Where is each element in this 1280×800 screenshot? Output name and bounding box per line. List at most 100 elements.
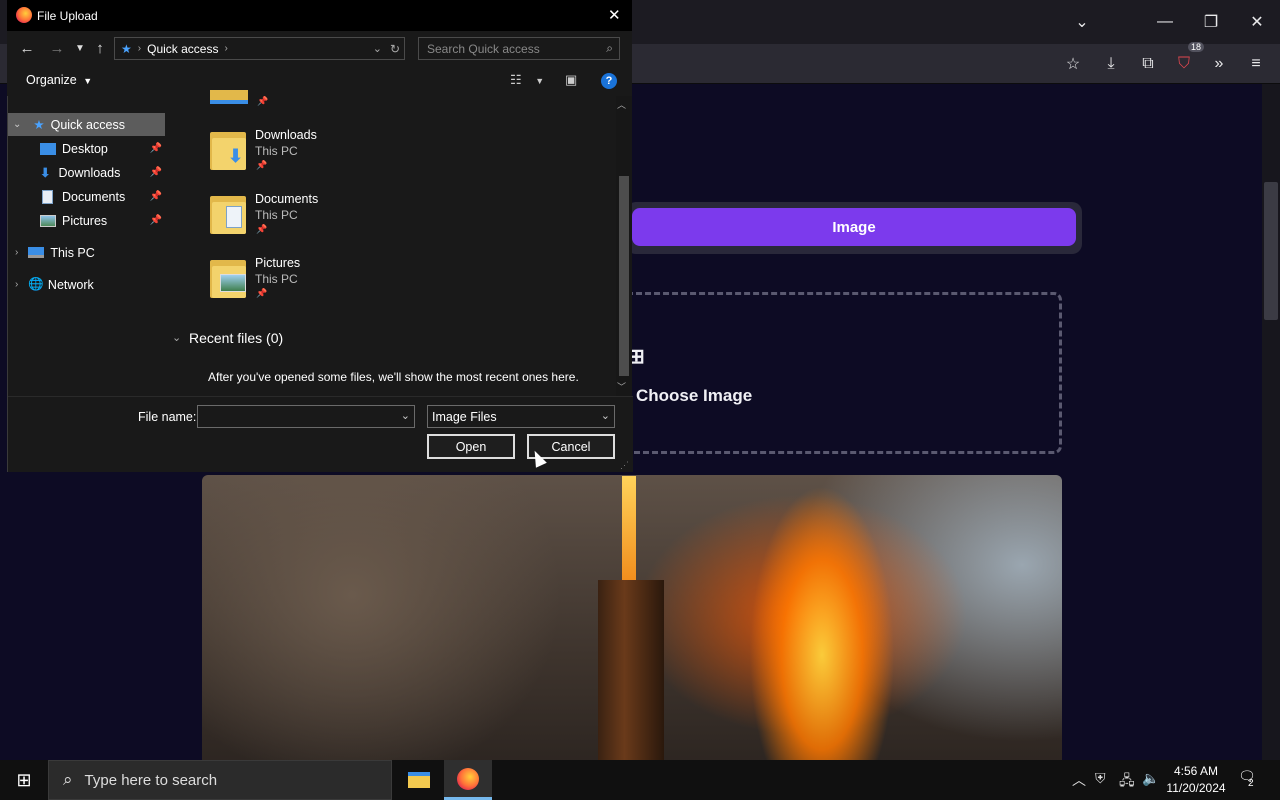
pin-icon: 📌 (149, 143, 162, 154)
nav-item-downloads[interactable]: ⬇ Downloads 📌 (8, 161, 166, 184)
file-name-label: File name: (138, 410, 197, 424)
double-chevron-icon: » (1214, 55, 1224, 72)
network-status-icon[interactable]: 🖧 (1119, 770, 1135, 794)
chevron-down-icon: ⌄ (1075, 14, 1089, 31)
volume-icon[interactable]: 🔈 (1142, 770, 1159, 787)
desktop-folder-partial-icon (210, 90, 248, 104)
arrow-up-icon: ↑ (96, 39, 104, 57)
minimize-button[interactable]: — (1149, 6, 1181, 38)
nav-this-pc[interactable]: › This PC (8, 241, 166, 264)
quick-access-star-icon: ★ (121, 41, 132, 56)
hamburger-icon: ≡ (1251, 55, 1261, 72)
image-tab[interactable]: Image (632, 208, 1076, 246)
extensions-button[interactable]: ⧉ (1132, 48, 1164, 80)
recent-files-header[interactable]: Recent files (0) (189, 330, 283, 346)
up-button[interactable]: ↑ (90, 38, 110, 58)
choose-image-label[interactable]: Choose Image (636, 386, 752, 406)
navigation-pane: ⌄ ★ Quick access Desktop 📌 ⬇ Downloads 📌… (8, 96, 166, 396)
nav-item-label: Documents (62, 189, 126, 204)
file-explorer-icon (408, 772, 430, 788)
documents-icon (42, 189, 53, 204)
refresh-icon[interactable]: ↻ (390, 42, 400, 56)
breadcrumb-separator-icon: › (224, 43, 228, 54)
ublock-extension-button[interactable]: ⛉ 18 (1168, 42, 1204, 80)
nav-item-pictures[interactable]: Pictures 📌 (8, 209, 166, 232)
restore-button[interactable]: ❐ (1195, 6, 1227, 38)
image-tower-shape (598, 580, 664, 770)
resize-grip-icon[interactable]: ⋰ (620, 460, 629, 471)
clock-time: 4:56 AM (1173, 764, 1219, 778)
nav-item-documents[interactable]: Documents 📌 (8, 185, 166, 208)
file-list-scroll-thumb[interactable] (619, 176, 629, 376)
start-button[interactable]: ⊞ (0, 760, 48, 800)
folder-location: This PC (255, 272, 298, 286)
minimize-icon: — (1157, 13, 1173, 30)
downloads-button[interactable]: ⤓ (1095, 48, 1127, 80)
firefox-logo-icon (16, 7, 32, 23)
taskbar-file-explorer[interactable] (395, 760, 443, 800)
address-bar[interactable]: ★ › Quick access › ⌄ ↻ (114, 37, 405, 60)
taskbar-clock[interactable]: 4:56 AM 11/20/2024 (1160, 763, 1232, 797)
dialog-title: File Upload (37, 9, 98, 23)
show-hidden-icons-icon[interactable]: ︿ (1072, 770, 1086, 790)
image-dropzone[interactable] (610, 292, 1062, 454)
list-all-tabs-button[interactable]: ⌄ (1066, 6, 1098, 38)
file-name-input[interactable]: ⌄ (197, 405, 415, 428)
folder-item-pictures[interactable]: Pictures This PC 📌 (200, 254, 400, 304)
chevron-down-icon: ⌄ (600, 410, 610, 422)
documents-folder-icon (210, 194, 246, 234)
pin-icon: 📌 (256, 160, 268, 170)
bookmark-star-button[interactable]: ☆ (1057, 48, 1089, 80)
open-button[interactable]: Open (427, 434, 515, 459)
pin-icon: 📌 (256, 288, 268, 298)
recent-locations-button[interactable]: ▼ (72, 38, 88, 58)
taskbar-search-box[interactable]: ⌕ Type here to search (48, 760, 392, 800)
nav-item-desktop[interactable]: Desktop 📌 (8, 137, 166, 160)
taskbar-search-input[interactable]: Type here to search (85, 772, 218, 789)
change-view-button[interactable]: ☷ ▼ (510, 72, 544, 88)
nav-item-label: Desktop (62, 141, 108, 156)
image-spire-shape (622, 476, 636, 586)
star-icon: ★ (33, 118, 45, 132)
downloads-folder-icon: ⬇ (210, 130, 246, 170)
chevron-down-icon: ▼ (535, 76, 545, 86)
extension-badge: 18 (1187, 42, 1204, 52)
dialog-close-button[interactable]: ✕ (608, 6, 621, 24)
shield-icon: ⛉ (1177, 55, 1190, 72)
scroll-down-icon[interactable]: ﹀ (617, 380, 626, 393)
file-type-select[interactable]: Image Files ⌄ (427, 405, 615, 428)
search-input[interactable]: Search Quick access (427, 42, 540, 56)
folder-location: This PC (255, 208, 298, 222)
search-box[interactable]: Search Quick access ⌕ (418, 37, 620, 60)
nav-this-pc-label: This PC (50, 245, 95, 260)
breadcrumb-quick-access[interactable]: Quick access (147, 42, 218, 56)
menu-button[interactable]: ≡ (1240, 48, 1272, 80)
preview-pane-button[interactable]: ▣ (565, 72, 577, 88)
page-scroll-thumb[interactable] (1264, 182, 1278, 320)
folder-item-downloads[interactable]: ⬇ Downloads This PC 📌 (200, 126, 400, 176)
security-icon[interactable]: ⛨ (1095, 770, 1106, 787)
chevron-down-icon: ⌄ (13, 119, 22, 130)
preview-pane-icon: ▣ (565, 72, 578, 87)
scroll-up-icon[interactable]: ︿ (617, 98, 626, 111)
pin-icon: 📌 (149, 167, 162, 178)
nav-network[interactable]: › 🌐 Network (8, 273, 166, 296)
collapse-group-icon[interactable]: ⌄ (172, 331, 181, 344)
back-button[interactable]: ← (16, 38, 38, 58)
help-button[interactable]: ? (601, 73, 617, 89)
folder-item-documents[interactable]: Documents This PC 📌 (200, 190, 400, 240)
organize-button[interactable]: Organize ▼ (26, 73, 92, 87)
puzzle-icon: ⧉ (1142, 55, 1154, 72)
forward-button[interactable]: → (46, 38, 68, 58)
pin-icon: 📌 (149, 215, 162, 226)
chevron-down-icon[interactable]: ⌄ (401, 409, 410, 422)
nav-quick-access[interactable]: ⌄ ★ Quick access (8, 113, 166, 136)
overflow-button[interactable]: » (1203, 48, 1235, 80)
address-dropdown-icon[interactable]: ⌄ (373, 42, 382, 55)
window-close-button[interactable]: ✕ (1241, 6, 1273, 38)
folder-name: Pictures (255, 256, 301, 270)
arrow-left-icon: ← (19, 39, 35, 57)
file-type-value: Image Files (432, 409, 497, 424)
action-center-button[interactable]: 🗨 2 (1238, 768, 1256, 789)
taskbar-firefox[interactable] (444, 760, 492, 800)
